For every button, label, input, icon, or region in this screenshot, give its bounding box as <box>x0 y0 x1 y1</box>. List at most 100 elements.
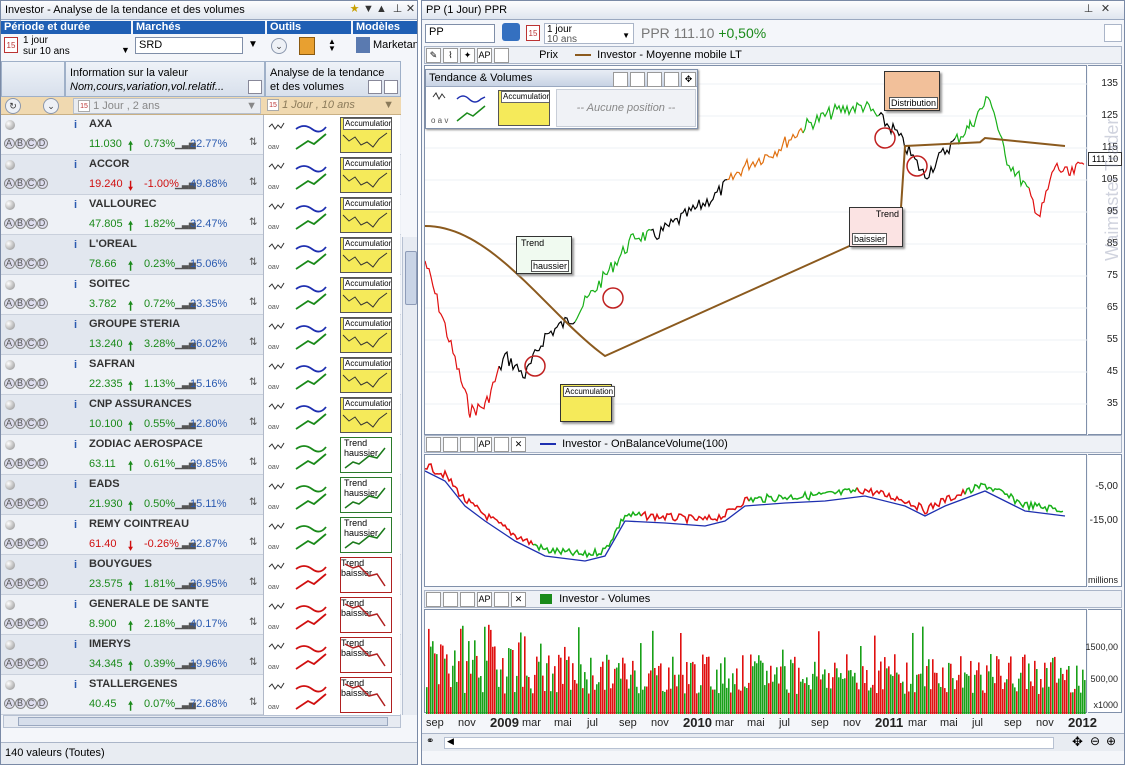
arrow-up-icon[interactable]: ▲ <box>375 3 388 16</box>
updown-icon[interactable]: ⇅ <box>249 537 257 548</box>
info-icon[interactable]: i <box>74 279 86 291</box>
stock-row[interactable]: ABCD i EADS 21.930 🠕 0.50% ▁▃▅ 15.11% ⇅ … <box>1 475 401 515</box>
info-icon[interactable]: i <box>74 199 86 211</box>
analysis-cell[interactable]: oav Trend baissier <box>263 635 400 675</box>
panel-indicator-icon[interactable] <box>647 72 662 87</box>
pin-icon[interactable]: ⊥ <box>391 3 404 16</box>
info-icon[interactable]: i <box>74 399 86 411</box>
stock-name[interactable]: EADS <box>89 478 120 490</box>
stock-row[interactable]: ABCD i ZODIAC AEROSPACE 63.11 🠕 0.61% ▁▃… <box>1 435 401 475</box>
analysis-cell[interactable]: oav Accumulation <box>263 395 400 435</box>
edit-icon[interactable] <box>368 80 382 94</box>
info-icon[interactable]: i <box>74 319 86 331</box>
status-dot-icon[interactable] <box>5 280 15 290</box>
status-dot-icon[interactable] <box>5 240 15 250</box>
stock-row[interactable]: ABCD i AXA 11.030 🠕 0.73% ▁▃▅ 22.77% ⇅ o… <box>1 115 401 155</box>
stock-row[interactable]: ABCD i ACCOR 19.240 🠗 -1.00% ▁▃▅ 49.88% … <box>1 155 401 195</box>
tool-indicator-icon[interactable]: ✦ <box>460 48 475 63</box>
panel-pencil-icon[interactable] <box>613 72 628 87</box>
obv-indicator-icon[interactable] <box>460 437 475 452</box>
status-dot-icon[interactable] <box>5 560 15 570</box>
hscroll-thumb[interactable] <box>18 717 388 726</box>
pin-icon-2[interactable]: ⊥ <box>1082 3 1095 16</box>
updown-icon[interactable]: ⇅ <box>249 497 257 508</box>
move-icon[interactable]: ✥ <box>1072 734 1083 750</box>
col-header-analysis[interactable]: Analyse de la tendance et des volumes <box>265 61 401 97</box>
stock-name[interactable]: CNP ASSURANCES <box>89 398 192 410</box>
analysis-cell[interactable]: oav Trend haussier <box>263 515 400 555</box>
chart-hscroll[interactable]: ◀ <box>444 736 1054 749</box>
tools-circle-icon[interactable]: ⌄ <box>271 38 287 54</box>
info-icon[interactable]: i <box>74 239 86 251</box>
status-dot-icon[interactable] <box>5 160 15 170</box>
updown-icon[interactable]: ⇅ <box>249 217 257 228</box>
updown-icon[interactable]: ⇅ <box>249 577 257 588</box>
updown-icon[interactable]: ⇅ <box>249 417 257 428</box>
close-icon[interactable]: ✕ <box>404 3 417 16</box>
stock-name[interactable]: GENERALE DE SANTE <box>89 598 209 610</box>
vol-indicator-icon[interactable] <box>460 592 475 607</box>
panel-move-icon[interactable]: ✥ <box>681 72 696 87</box>
horizontal-scrollbar[interactable] <box>3 715 401 728</box>
updown-icon[interactable]: ⇅ <box>249 297 257 308</box>
stock-row[interactable]: ABCD i SOITEC 3.782 🠕 0.72% ▁▃▅ 23.35% ⇅… <box>1 275 401 315</box>
analysis-cell[interactable]: oav Trend haussier <box>263 475 400 515</box>
info-icon[interactable]: i <box>74 599 86 611</box>
obv-box-icon[interactable] <box>494 437 509 452</box>
obv-pane[interactable] <box>424 454 1087 587</box>
period-dropdown-icon[interactable]: ▼ <box>121 45 130 55</box>
stock-name[interactable]: SAFRAN <box>89 358 135 370</box>
wrench-icon-3[interactable] <box>1104 24 1122 42</box>
status-dot-icon[interactable] <box>5 480 15 490</box>
stock-row[interactable]: ABCD i GENERALE DE SANTE 8.900 🠕 2.18% ▁… <box>1 595 401 635</box>
updown-icon[interactable]: ⇅ <box>249 377 257 388</box>
trend-panel[interactable]: Tendance & Volumes ✥ o a v Accumulation … <box>425 69 698 129</box>
zoom-out-icon[interactable]: ⊖ <box>1090 734 1100 748</box>
stock-row[interactable]: ABCD i SAFRAN 22.335 🠕 1.13% ▁▃▅ 15.16% … <box>1 355 401 395</box>
refresh-icon[interactable]: ↻ <box>5 98 21 114</box>
col-header-info[interactable]: Information sur la valeur Nom,cours,vari… <box>65 61 265 97</box>
status-dot-icon[interactable] <box>5 400 15 410</box>
period-selector[interactable]: 1 jour sur 10 ans <box>23 35 70 57</box>
stock-row[interactable]: ABCD i GROUPE STERIA 13.240 🠕 3.28% ▁▃▅ … <box>1 315 401 355</box>
analysis-cell[interactable]: oav Accumulation <box>263 155 400 195</box>
market-select[interactable]: SRD <box>135 37 243 54</box>
sub-period-field-2[interactable]: 15 1 Jour , 10 ans ▼ <box>267 98 397 114</box>
tool-wrench-icon[interactable]: ✎ <box>426 48 441 63</box>
model-icon[interactable] <box>356 37 370 53</box>
status-dot-icon[interactable] <box>5 120 15 130</box>
stock-name[interactable]: L'OREAL <box>89 238 137 250</box>
status-dot-icon[interactable] <box>5 640 15 650</box>
analysis-cell[interactable]: oav Accumulation <box>263 315 400 355</box>
calendar-icon-2[interactable]: 15 <box>526 25 540 41</box>
status-dot-icon[interactable] <box>5 680 15 690</box>
volume-pane[interactable] <box>424 609 1087 714</box>
sub-dropdown-icon[interactable]: ⌄ <box>43 98 59 114</box>
updown-icon[interactable]: ⇅ <box>249 657 257 668</box>
updown-icon[interactable]: ⇅ <box>249 177 257 188</box>
stock-name[interactable]: ACCOR <box>89 158 129 170</box>
stock-row[interactable]: ABCD i VALLOUREC 47.805 🠕 1.82% ▁▃▅ 32.4… <box>1 195 401 235</box>
obv-chart-icon[interactable] <box>443 437 458 452</box>
info-icon[interactable]: i <box>74 559 86 571</box>
vol-close-icon[interactable]: ✕ <box>511 592 526 607</box>
sub-period2-dropdown-icon[interactable]: ▼ <box>383 98 397 112</box>
zoom-in-icon[interactable]: ⊕ <box>1106 734 1116 748</box>
analysis-cell[interactable]: oav Accumulation <box>263 275 400 315</box>
book-icon[interactable] <box>502 23 520 41</box>
scroll-thumb[interactable] <box>405 251 417 305</box>
info-icon[interactable]: i <box>74 359 86 371</box>
analysis-cell[interactable]: oav Trend baissier <box>263 595 400 635</box>
updown-icon[interactable]: ⇅ <box>249 137 257 148</box>
analysis-cell[interactable]: oav Accumulation <box>263 115 400 155</box>
vol-ap-icon[interactable]: AP <box>477 592 492 607</box>
wrench-icon[interactable] <box>248 80 262 94</box>
obv-close-icon[interactable]: ✕ <box>511 437 526 452</box>
close-icon-2[interactable]: ✕ <box>1099 3 1112 16</box>
status-dot-icon[interactable] <box>5 360 15 370</box>
stock-row[interactable]: ABCD i IMERYS 34.345 🠕 0.39% ▁▃▅ 19.96% … <box>1 635 401 675</box>
lock-icon[interactable] <box>299 37 315 55</box>
stock-row[interactable]: ABCD i REMY COINTREAU 61.40 🠗 -0.26% ▁▃▅… <box>1 515 401 555</box>
updown-icon[interactable]: ⇅ <box>249 697 257 708</box>
status-dot-icon[interactable] <box>5 600 15 610</box>
